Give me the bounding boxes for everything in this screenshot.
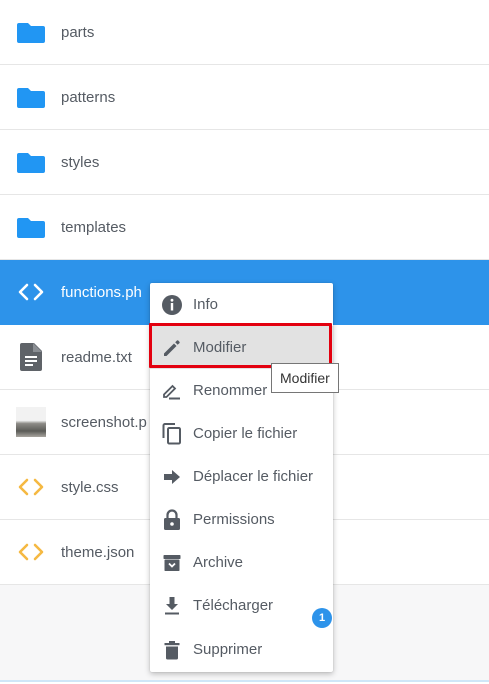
copy-icon — [161, 422, 183, 445]
context-menu: Info Modifier Renommer Copier le fichier — [150, 283, 333, 672]
menu-item-label: Déplacer le fichier — [193, 468, 314, 485]
notification-badge[interactable]: 1 — [312, 608, 332, 628]
file-name: functions.ph — [61, 283, 142, 301]
file-row-parts[interactable]: parts — [0, 0, 489, 65]
menu-item-label: Modifier — [193, 339, 247, 356]
menu-item-label: Télécharger — [193, 597, 274, 614]
menu-item-label: Archive — [193, 554, 244, 571]
tooltip: Modifier — [271, 363, 339, 393]
pencil-icon — [161, 337, 183, 359]
file-name: parts — [61, 23, 95, 41]
folder-icon — [16, 147, 46, 177]
folder-icon — [16, 82, 46, 112]
file-name: style.css — [61, 478, 119, 496]
file-name: templates — [61, 218, 127, 236]
menu-item-label: Copier le fichier — [193, 425, 298, 442]
rename-icon — [161, 380, 183, 402]
menu-item-archive[interactable]: Archive — [150, 541, 333, 584]
download-icon — [161, 595, 183, 617]
menu-item-deplacer[interactable]: Déplacer le fichier — [150, 455, 333, 498]
bottom-divider — [0, 680, 489, 682]
menu-item-label: Permissions — [193, 511, 275, 528]
menu-item-supprimer[interactable]: Supprimer — [150, 628, 333, 671]
file-row-patterns[interactable]: patterns — [0, 65, 489, 130]
file-name: theme.json — [61, 543, 135, 561]
file-row-templates[interactable]: templates — [0, 195, 489, 260]
image-thumbnail — [16, 407, 46, 437]
menu-item-copier[interactable]: Copier le fichier — [150, 412, 333, 455]
arrow-right-icon — [161, 466, 183, 488]
menu-item-label: Info — [193, 296, 219, 313]
archive-icon — [161, 552, 183, 574]
folder-icon — [16, 212, 46, 242]
file-name: patterns — [61, 88, 116, 106]
folder-icon — [16, 17, 46, 47]
trash-icon — [161, 639, 183, 661]
code-icon — [16, 277, 46, 307]
lock-icon — [161, 508, 183, 531]
code-icon — [16, 537, 46, 567]
menu-item-info[interactable]: Info — [150, 283, 333, 326]
file-row-styles[interactable]: styles — [0, 130, 489, 195]
file-name: screenshot.p — [61, 413, 147, 431]
info-icon — [161, 294, 183, 316]
menu-item-label: Supprimer — [193, 641, 263, 658]
file-manager: parts patterns styles templates function — [0, 0, 489, 684]
file-name: readme.txt — [61, 348, 132, 366]
file-name: styles — [61, 153, 100, 171]
text-file-icon — [16, 342, 46, 372]
code-icon — [16, 472, 46, 502]
menu-item-telecharger[interactable]: Télécharger — [150, 584, 333, 627]
menu-item-label: Renommer — [193, 382, 268, 399]
menu-item-permissions[interactable]: Permissions — [150, 498, 333, 541]
